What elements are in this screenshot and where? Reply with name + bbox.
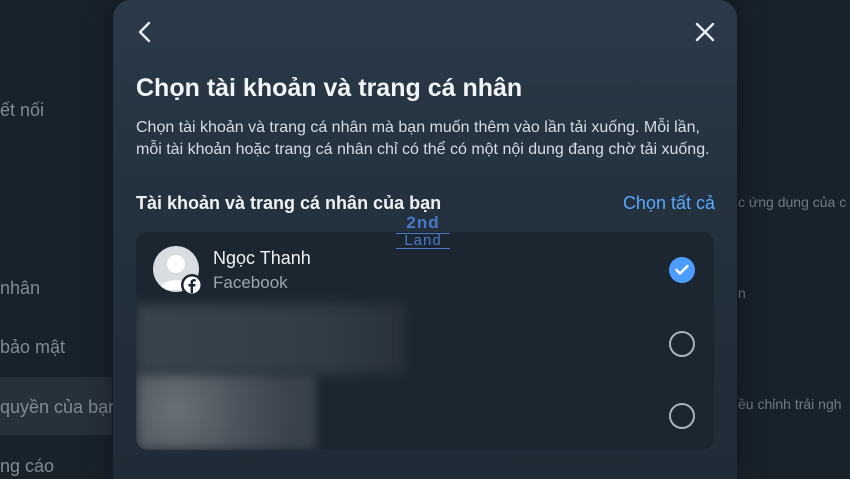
account-name: Ngọc Thanh	[213, 248, 311, 268]
background-text: n	[738, 285, 746, 301]
chevron-left-icon	[138, 21, 151, 43]
background-menu-item: nhân	[0, 278, 41, 298]
account-checkbox[interactable]	[669, 403, 695, 429]
section-title: Tài khoản và trang cá nhân của bạn	[136, 193, 442, 213]
dialog-description: Chọn tài khoản và trang cá nhân mà bạn m…	[136, 119, 710, 158]
watermark-logo: 2nd Land	[396, 213, 450, 251]
account-platform: Facebook	[213, 273, 288, 292]
back-button[interactable]	[130, 17, 160, 47]
checkmark-icon	[675, 264, 689, 275]
background-menu-item: bảo mật	[0, 337, 66, 357]
background-menu-item: ng cáo	[0, 456, 55, 476]
account-checkbox[interactable]	[669, 331, 695, 357]
background-menu-item: quyền của bạn	[0, 397, 119, 417]
watermark-text: 2nd	[406, 213, 440, 232]
facebook-icon	[183, 276, 201, 294]
account-checkbox-selected[interactable]	[669, 257, 695, 283]
close-icon	[695, 22, 715, 42]
blurred-account-avatar	[136, 374, 316, 450]
close-button[interactable]	[690, 17, 720, 47]
facebook-badge	[181, 274, 203, 296]
background-menu-item: ết nối	[0, 100, 45, 120]
select-all-link[interactable]: Chọn tất cả	[623, 193, 715, 214]
blurred-account-info	[136, 304, 406, 374]
accounts-list: Ngọc Thanh Facebook	[136, 232, 714, 450]
background-text: ều chỉnh trải ngh	[738, 396, 842, 412]
watermark-text: Land	[396, 233, 450, 249]
background-text: c ứng dụng của c	[738, 194, 847, 210]
dialog-title: Chọn tài khoản và trang cá nhân	[136, 74, 523, 102]
